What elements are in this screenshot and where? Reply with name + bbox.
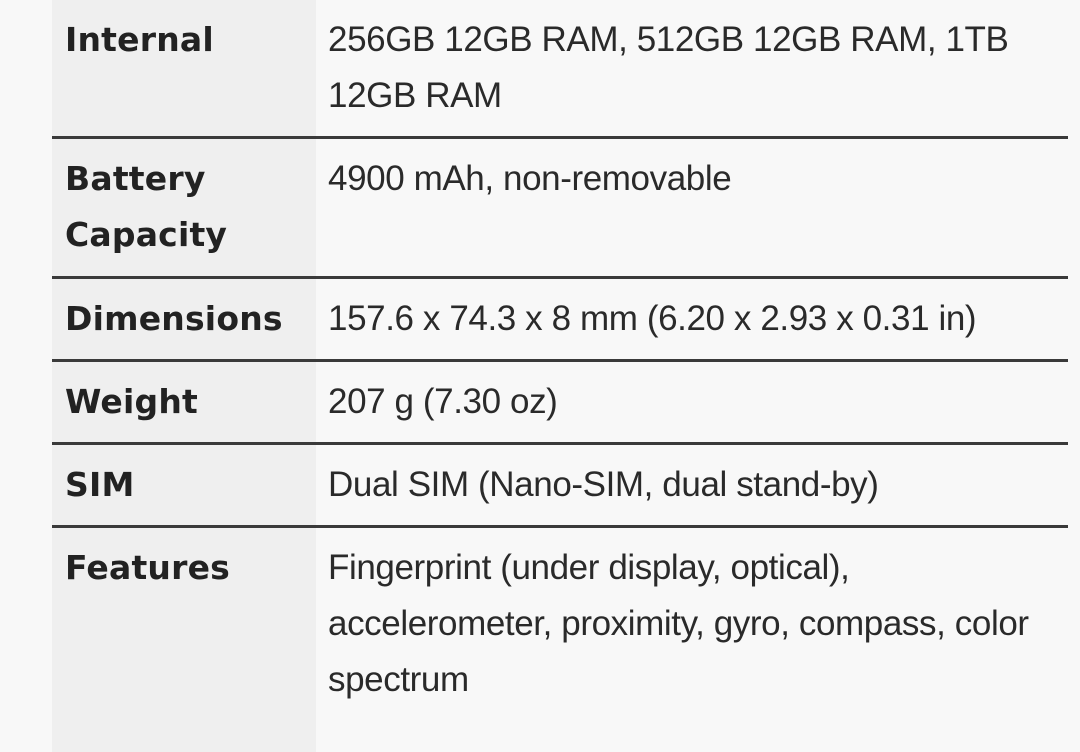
- spec-value-text: 207 g (7.30 oz): [328, 382, 557, 421]
- spec-row-internal: Internal 256GB 12GB RAM, 512GB 12GB RAM,…: [52, 0, 1068, 138]
- spec-label: Dimensions: [52, 278, 316, 361]
- spec-row-dimensions: Dimensions 157.6 x 74.3 x 8 mm (6.20 x 2…: [52, 278, 1068, 361]
- spec-value: 157.6 x 74.3 x 8 mm (6.20 x 2.93 x 0.31 …: [316, 278, 1068, 361]
- spec-row-sim: SIM Dual SIM (Nano-SIM, dual stand-by): [52, 444, 1068, 527]
- spec-label: SIM: [52, 444, 316, 527]
- spec-value-text: 256GB 12GB RAM, 512GB 12GB RAM, 1TB 12GB…: [328, 20, 1008, 115]
- spec-value: 207 g (7.30 oz): [316, 361, 1068, 444]
- spec-value-text: 157.6 x 74.3 x 8 mm (6.20 x 2.93 x 0.31 …: [328, 299, 976, 338]
- spec-value-text: Dual SIM (Nano-SIM, dual stand-by): [328, 465, 879, 504]
- spec-value: 4900 mAh, non-removable: [316, 138, 1068, 278]
- spec-label: Weight: [52, 361, 316, 444]
- spec-value-text: Fingerprint (under display, optical), ac…: [328, 548, 1029, 699]
- spec-row-battery-capacity: Battery Capacity 4900 mAh, non-removable: [52, 138, 1068, 278]
- spec-value: Fingerprint (under display, optical), ac…: [316, 527, 1068, 752]
- spec-value-text: 4900 mAh, non-removable: [328, 159, 731, 198]
- spec-label: Internal: [52, 0, 316, 138]
- spec-row-weight: Weight 207 g (7.30 oz): [52, 361, 1068, 444]
- spec-label: Features: [52, 527, 316, 752]
- spec-table: Internal 256GB 12GB RAM, 512GB 12GB RAM,…: [52, 0, 1068, 752]
- spec-value: Dual SIM (Nano-SIM, dual stand-by): [316, 444, 1068, 527]
- spec-value: 256GB 12GB RAM, 512GB 12GB RAM, 1TB 12GB…: [316, 0, 1068, 138]
- spec-row-features: Features Fingerprint (under display, opt…: [52, 527, 1068, 752]
- spec-label: Battery Capacity: [52, 138, 316, 278]
